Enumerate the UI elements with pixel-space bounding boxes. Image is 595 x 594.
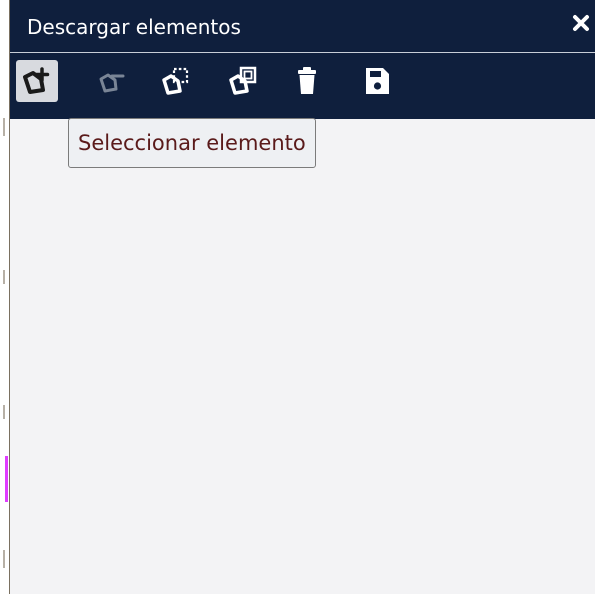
polygon-plus-icon (23, 67, 50, 94)
panel-header: Descargar elementos (10, 0, 595, 53)
polygon-square-icon (229, 66, 257, 95)
panel-title: Descargar elementos (27, 15, 241, 39)
map-edge-mark (3, 405, 5, 419)
pink-accent-mark (5, 456, 8, 502)
close-icon (573, 15, 589, 31)
download-elements-panel: Descargar elementos Seleccionar elemento (10, 0, 595, 594)
app-window: Descargar elementos Seleccionar elemento (0, 0, 595, 594)
polygon-minus-icon (99, 73, 125, 93)
map-edge-mark (3, 270, 5, 284)
close-icon[interactable] (569, 11, 593, 35)
select-by-polygon-tool[interactable] (222, 60, 264, 102)
select-by-area-tool[interactable] (155, 60, 197, 102)
map-edge-mark (3, 550, 5, 568)
map-edge-mark (3, 118, 5, 136)
toolbar (10, 53, 595, 119)
polygon-dashed-square-icon (162, 67, 189, 95)
left-map-edge (0, 0, 10, 594)
delete-tool[interactable] (286, 60, 328, 102)
trash-icon (298, 67, 316, 94)
tool-tooltip: Seleccionar elemento (68, 118, 316, 168)
select-element-tool[interactable] (16, 60, 58, 102)
save-tool[interactable] (356, 60, 398, 102)
floppy-disk-icon (366, 68, 389, 94)
deselect-element-tool[interactable] (91, 60, 133, 102)
